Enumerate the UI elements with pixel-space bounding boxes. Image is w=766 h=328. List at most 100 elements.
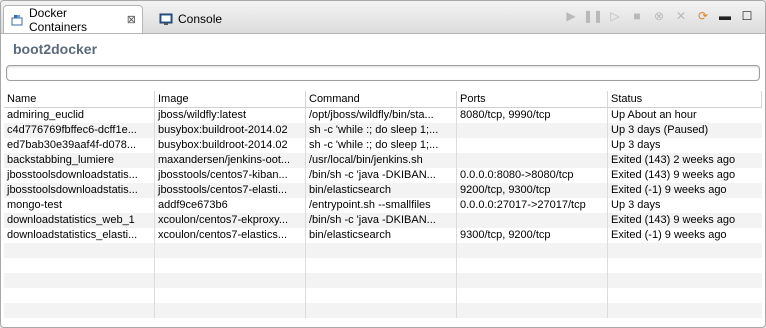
cell-image: jbosstools/centos7-kiban... [155, 168, 306, 183]
cell-status: Up 3 days [611, 199, 661, 211]
cell-status: Exited (-1) 9 weeks ago [611, 184, 727, 196]
cell-name: c4d776769fbffec6-dcff1e... [4, 123, 155, 138]
cell-status: Exited (143) 9 weeks ago [611, 214, 736, 226]
cell-ports [457, 138, 608, 153]
cell-empty [457, 288, 608, 303]
cell-empty [457, 273, 608, 288]
cell-command: bin/elasticsearch [306, 228, 457, 243]
cell-command: /bin/sh -c 'java -DKIBAN... [306, 213, 457, 228]
cell-status: Up About an hour [611, 109, 697, 121]
table-row-empty [4, 243, 762, 258]
cell-name: downloadstatistics_web_1 [4, 213, 155, 228]
maximize-icon[interactable]: ☐ [739, 8, 755, 24]
table-row[interactable]: admiring_euclid jboss/wildfly:latest/opt/… [4, 108, 762, 123]
cell-name: jbosstoolsdownloadstatis... [4, 183, 155, 198]
minimize-icon[interactable]: ▬ [717, 8, 733, 24]
cell-empty [306, 273, 457, 288]
cell-image: maxandersen/jenkins-oot... [155, 153, 306, 168]
cell-image: xcoulon/centos7-elastics... [155, 228, 306, 243]
table-row[interactable]: mongo-test addf9ce673b6/entrypoint.sh --s… [4, 198, 762, 213]
cell-empty [155, 273, 306, 288]
cell-name: mongo-test [4, 198, 155, 213]
containers-table: Name Image Command Ports Status admiring… [4, 91, 762, 324]
tab-console[interactable]: Console [153, 5, 228, 32]
cell-empty [306, 258, 457, 273]
cell-image: busybox:buildroot-2014.02 [155, 138, 306, 153]
table-row-empty [4, 288, 762, 303]
cell-empty [608, 303, 762, 318]
cell-ports: 9200/tcp, 9300/tcp [457, 183, 608, 198]
cell-image: addf9ce673b6 [155, 198, 306, 213]
cell-command: bin/elasticsearch [306, 183, 457, 198]
cell-status: Exited (-1) 9 weeks ago [611, 229, 727, 241]
cell-empty [457, 258, 608, 273]
tab-docker-containers-label: Docker Containers [29, 5, 88, 34]
cell-ports [457, 153, 608, 168]
docker-containers-view: Docker Containers ⊠ Console ▶ ❚❚ ▷ ■ ⊗ ✕… [0, 0, 766, 328]
remove-icon[interactable]: ✕ [673, 8, 689, 24]
cell-empty [155, 243, 306, 258]
cell-empty [4, 243, 155, 258]
cell-empty [306, 303, 457, 318]
cell-command: /opt/jboss/wildfly/bin/sta... [306, 108, 457, 123]
cell-name: downloadstatistics_elasti... [4, 228, 155, 243]
table-row-empty [4, 303, 762, 318]
cell-empty [4, 288, 155, 303]
cell-status: Up 3 days [611, 139, 661, 151]
stop-icon[interactable]: ■ [629, 8, 645, 24]
cell-command: sh -c 'while :; do sleep 1;... [306, 138, 457, 153]
pause-icon[interactable]: ❚❚ [583, 8, 603, 24]
cell-ports: 0.0.0.0:8080->8080/tcp [457, 168, 608, 183]
cell-empty [155, 303, 306, 318]
table-row[interactable]: ed7bab30e39aaf4f-d078... busybox:buildroo… [4, 138, 762, 153]
cell-empty [4, 273, 155, 288]
connection-name: boot2docker [13, 41, 98, 57]
column-header-ports[interactable]: Ports [457, 91, 608, 107]
cell-empty [4, 258, 155, 273]
view-toolbar: ▶ ❚❚ ▷ ■ ⊗ ✕ ⟳ ▬ ☐ [563, 8, 755, 24]
cell-image: busybox:buildroot-2014.02 [155, 123, 306, 138]
cell-empty [608, 258, 762, 273]
cell-command: /bin/sh -c 'java -DKIBAN... [306, 168, 457, 183]
cell-name: jbosstoolsdownloadstatis... [4, 168, 155, 183]
table-row[interactable]: backstabbing_lumiere maxandersen/jenkins-… [4, 153, 762, 168]
cell-command: /usr/local/bin/jenkins.sh [306, 153, 457, 168]
cell-ports: 0.0.0.0:27017->27017/tcp [457, 198, 608, 213]
docker-containers-icon [10, 13, 24, 27]
cell-empty [457, 303, 608, 318]
cell-command: sh -c 'while :; do sleep 1;... [306, 123, 457, 138]
cell-status: Up 3 days (Paused) [611, 124, 709, 136]
cell-image: jbosstools/centos7-elasti... [155, 183, 306, 198]
table-row[interactable]: downloadstatistics_elasti... xcoulon/cent… [4, 228, 762, 243]
start-icon[interactable]: ▶ [563, 8, 579, 24]
cell-empty [457, 243, 608, 258]
cell-empty [608, 273, 762, 288]
cell-image: xcoulon/centos7-ekproxy... [155, 213, 306, 228]
cell-status: Exited (143) 2 weeks ago [611, 154, 736, 166]
cell-ports: 9300/tcp, 9200/tcp [457, 228, 608, 243]
close-icon[interactable]: ⊠ [127, 13, 136, 26]
cell-name: backstabbing_lumiere [4, 153, 155, 168]
column-header-name[interactable]: Name [4, 91, 155, 107]
filter-input[interactable] [6, 65, 760, 81]
table-row[interactable]: c4d776769fbffec6-dcff1e... busybox:buildr… [4, 123, 762, 138]
table-row[interactable]: jbosstoolsdownloadstatis... jbosstools/ce… [4, 183, 762, 198]
cell-ports: 8080/tcp, 9990/tcp [457, 108, 608, 123]
cell-image: jboss/wildfly:latest [155, 108, 306, 123]
unpause-icon[interactable]: ▷ [607, 8, 623, 24]
tab-docker-containers[interactable]: Docker Containers ⊠ [3, 5, 143, 34]
refresh-icon[interactable]: ⟳ [695, 8, 711, 24]
kill-icon[interactable]: ⊗ [651, 8, 667, 24]
cell-ports [457, 213, 608, 228]
cell-command: /entrypoint.sh --smallfiles [306, 198, 457, 213]
table-body: admiring_euclid jboss/wildfly:latest/opt/… [4, 108, 762, 318]
column-header-image[interactable]: Image [155, 91, 306, 107]
tab-console-label: Console [178, 11, 223, 26]
cell-name: admiring_euclid [4, 108, 155, 123]
column-header-command[interactable]: Command [306, 91, 457, 107]
cell-ports [457, 123, 608, 138]
table-row[interactable]: downloadstatistics_web_1 xcoulon/centos7-… [4, 213, 762, 228]
table-row[interactable]: jbosstoolsdownloadstatis... jbosstools/ce… [4, 168, 762, 183]
column-header-status[interactable]: Status [608, 91, 762, 107]
cell-empty [608, 243, 762, 258]
